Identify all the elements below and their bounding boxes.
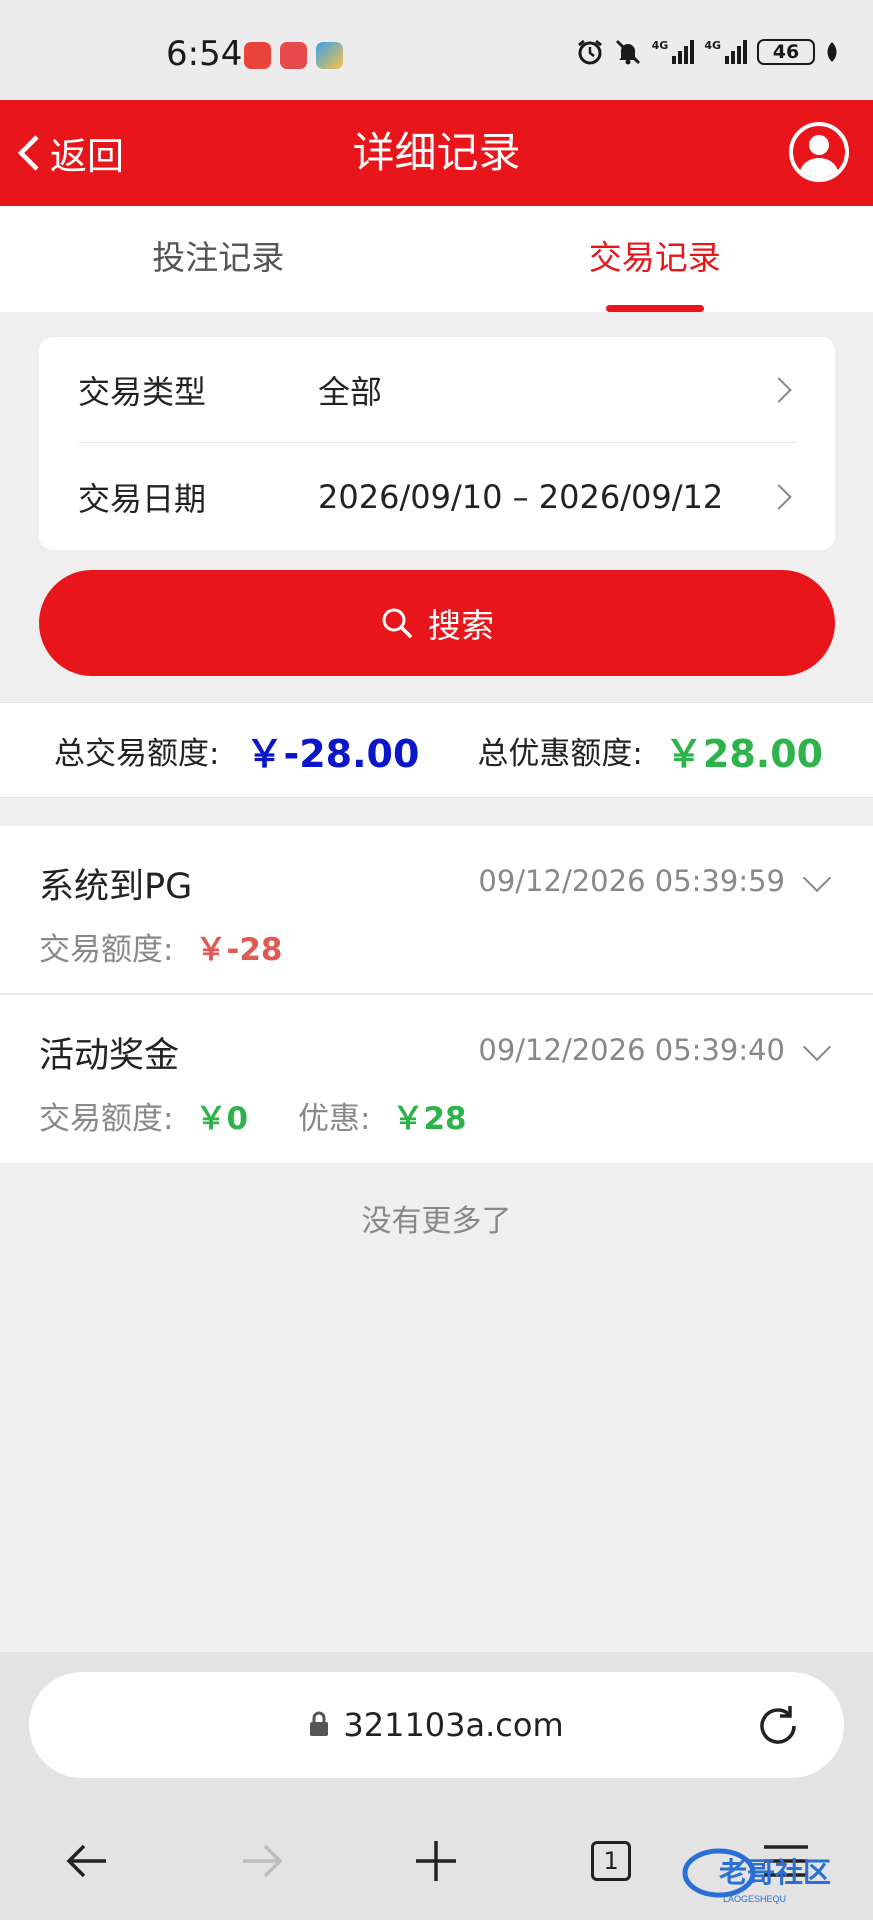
nav-back-button[interactable] xyxy=(0,1843,175,1879)
mute-icon xyxy=(615,39,640,65)
record-tabs: 投注记录 交易记录 xyxy=(0,206,873,312)
tab-bet-records[interactable]: 投注记录 xyxy=(0,206,437,312)
record-amount: ￥-28 xyxy=(195,932,283,968)
reload-icon[interactable] xyxy=(754,1702,802,1750)
status-bar: 6:54 4G 4G 46 xyxy=(0,0,873,100)
record-amount-line: 交易额度: ￥-28 xyxy=(39,924,282,969)
transaction-record[interactable]: 系统到PG 09/12/2026 05:39:59 交易额度: ￥-28 xyxy=(0,826,873,994)
transaction-type-row[interactable]: 交易类型 全部 xyxy=(78,337,796,443)
search-button[interactable]: 搜索 xyxy=(39,570,835,676)
total-trade-value: ￥-28.00 xyxy=(245,731,420,776)
transaction-type-label: 交易类型 xyxy=(78,372,207,411)
chevron-down-icon[interactable] xyxy=(802,863,832,893)
tab-transaction-records[interactable]: 交易记录 xyxy=(437,206,873,312)
chevron-down-icon[interactable] xyxy=(802,1032,832,1062)
transaction-date-value: 2026/09/10 – 2026/09/12 xyxy=(318,478,724,516)
system-status-icons: 4G 4G 46 xyxy=(576,38,839,66)
totals-bar: 总交易额度: ￥-28.00 总优惠额度: ￥28.00 xyxy=(0,702,873,798)
app-header: 返回 详细记录 xyxy=(0,100,873,206)
weather-app-icon xyxy=(316,42,343,69)
plus-icon xyxy=(416,1841,457,1881)
tabs-button[interactable]: 1 xyxy=(524,1841,699,1881)
status-time: 6:54 xyxy=(166,34,243,74)
notification-icons xyxy=(244,42,343,69)
record-amount-label: 交易额度: xyxy=(39,1101,174,1137)
record-time: 09/12/2026 05:39:40 xyxy=(478,1033,785,1067)
nav-forward-button[interactable] xyxy=(175,1843,350,1879)
tab-count: 1 xyxy=(591,1841,632,1881)
record-title: 系统到PG xyxy=(39,867,193,907)
record-title: 活动奖金 xyxy=(39,1036,180,1076)
lock-icon xyxy=(310,1711,329,1736)
arrow-left-icon xyxy=(66,1844,107,1878)
page-title: 详细记录 xyxy=(352,128,521,177)
record-amount-label: 交易额度: xyxy=(39,932,174,968)
record-amount-line: 交易额度: ￥0 优惠: ￥28 xyxy=(39,1093,467,1138)
alarm-icon xyxy=(577,39,602,65)
signal-4g-icon: 4G xyxy=(704,40,747,64)
transaction-date-row[interactable]: 交易日期 2026/09/10 – 2026/09/12 xyxy=(78,444,796,550)
search-icon xyxy=(382,608,412,638)
chevron-right-icon xyxy=(766,484,792,510)
record-bonus-label: 优惠: xyxy=(298,1101,371,1137)
record-amount: ￥0 xyxy=(195,1101,249,1137)
chevron-right-icon xyxy=(766,376,792,403)
signal-4g-icon: 4G xyxy=(652,40,695,64)
filter-card: 交易类型 全部 交易日期 2026/09/10 – 2026/09/12 xyxy=(39,337,835,550)
transaction-type-value: 全部 xyxy=(318,372,383,411)
no-more-text: 没有更多了 xyxy=(361,1204,512,1239)
transaction-record[interactable]: 活动奖金 09/12/2026 05:39:40 交易额度: ￥0 优惠: ￥2… xyxy=(0,995,873,1163)
huawei-appgallery-icon xyxy=(280,42,307,69)
watermark-text: 老哥社区 xyxy=(719,1857,831,1888)
total-trade-label: 总交易额度: xyxy=(54,735,220,772)
user-profile-button[interactable] xyxy=(789,122,849,182)
battery-indicator: 46 xyxy=(757,39,815,65)
record-time: 09/12/2026 05:39:59 xyxy=(478,864,785,898)
user-icon xyxy=(799,135,839,178)
site-watermark: 老哥社区 LAOGESHEQU xyxy=(679,1838,859,1908)
phone-app-icon xyxy=(244,42,271,69)
total-bonus-value: ￥28.00 xyxy=(664,731,824,776)
watermark-subtext: LAOGESHEQU xyxy=(723,1894,786,1904)
arrow-right-icon xyxy=(242,1844,283,1878)
search-label: 搜索 xyxy=(428,606,494,645)
leaf-icon xyxy=(827,42,837,62)
total-bonus-label: 总优惠额度: xyxy=(477,735,643,772)
transaction-date-label: 交易日期 xyxy=(78,480,207,518)
record-bonus: ￥28 xyxy=(392,1101,467,1137)
address-bar[interactable]: 321103a.com xyxy=(29,1672,844,1778)
new-tab-button[interactable] xyxy=(349,1839,524,1883)
url-text: 321103a.com xyxy=(343,1706,564,1744)
